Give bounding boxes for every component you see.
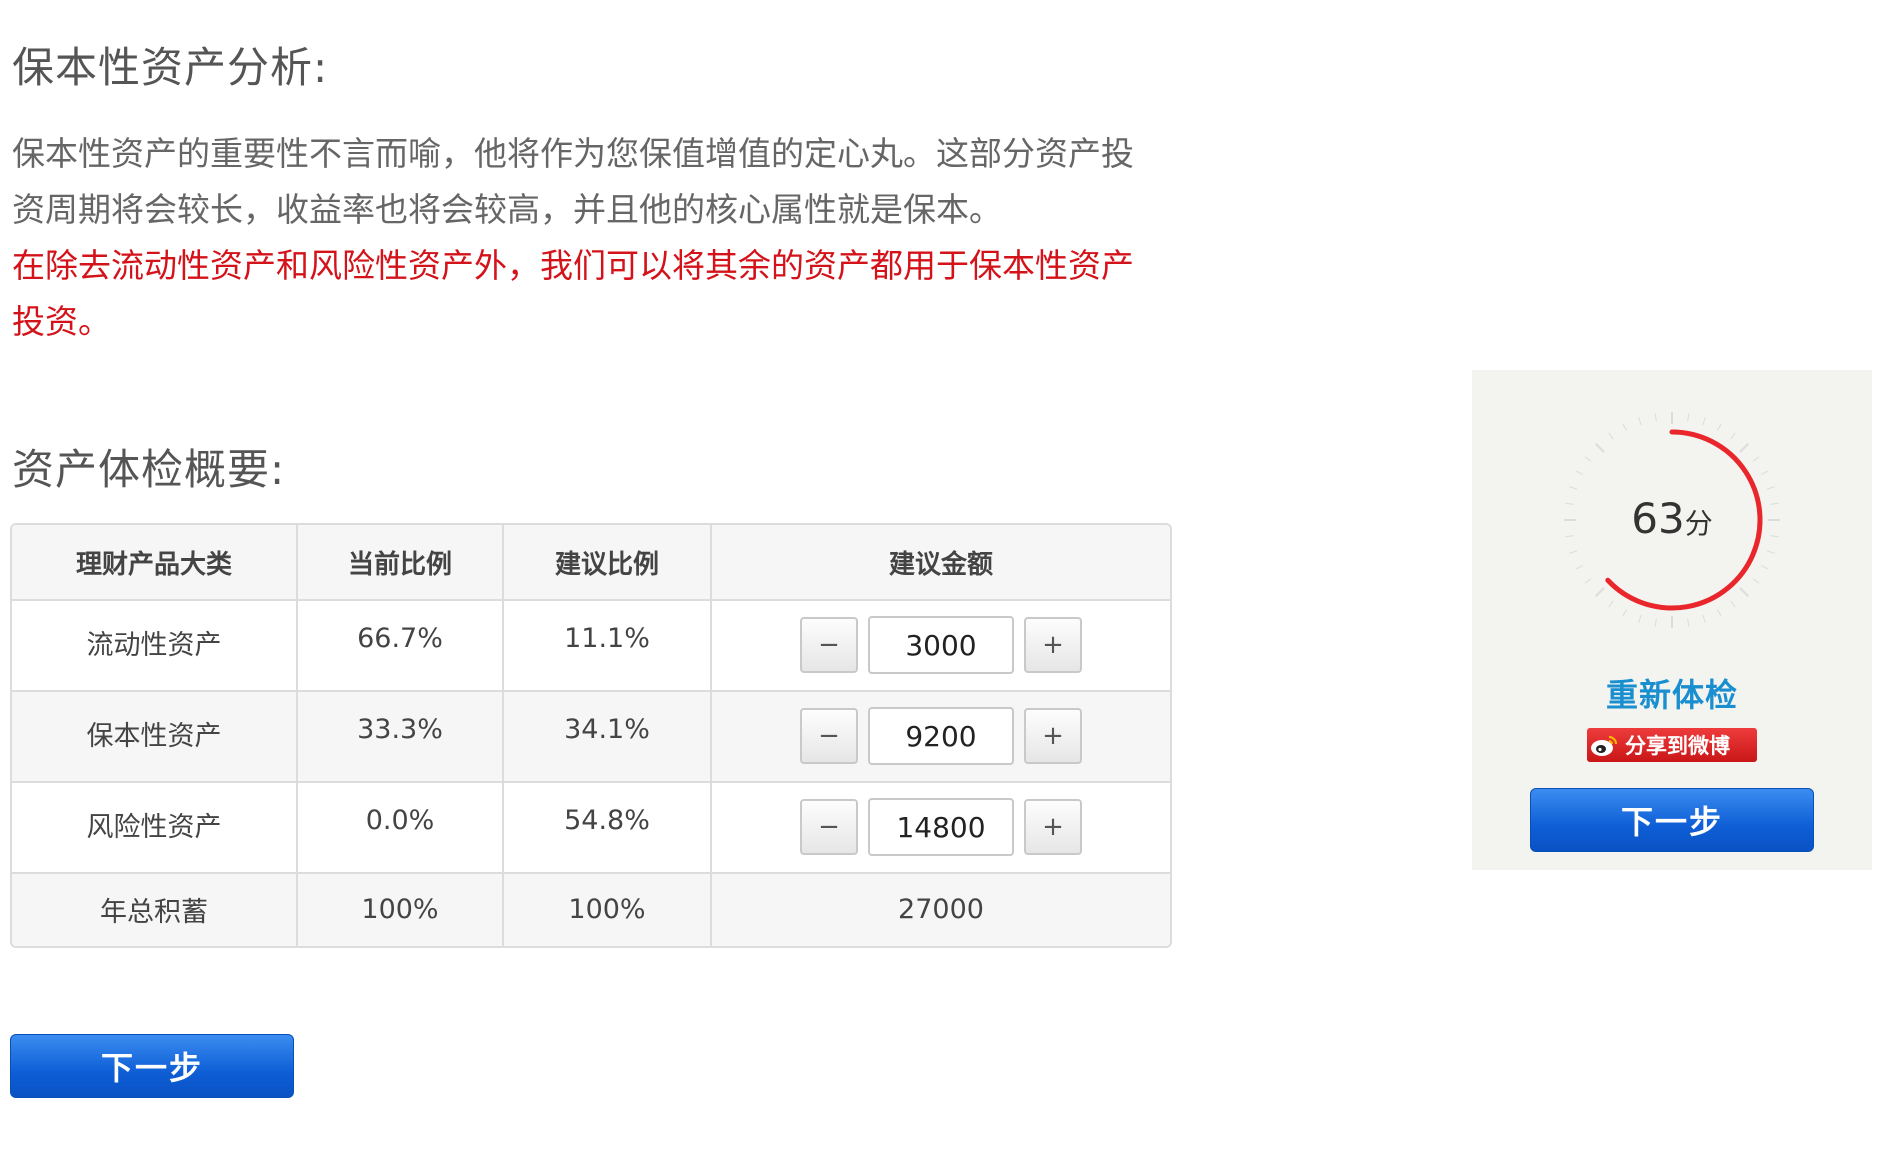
cell-suggested-ratio: 100% [502, 872, 712, 946]
gauge-tick [1702, 417, 1706, 426]
amount-input-liquid[interactable] [868, 616, 1014, 674]
gauge-tick [1622, 423, 1628, 432]
amount-stepper-risk: − + [800, 798, 1082, 856]
table-row-total: 年总积蓄 100% 100% 27000 [12, 872, 1170, 946]
cell-category: 流动性资产 [12, 599, 298, 692]
gauge-tick [1594, 587, 1605, 598]
amount-input-preserve[interactable] [868, 707, 1014, 765]
cell-suggested-ratio: 11.1% [502, 599, 712, 692]
gauge-tick [1622, 608, 1628, 617]
gauge-tick [1654, 413, 1657, 422]
gauge-tick [1584, 578, 1592, 584]
header-category: 理财产品大类 [12, 525, 298, 601]
gauge-tick [1766, 486, 1775, 490]
cell-current-ratio: 100% [296, 872, 504, 946]
gauge-tick [1687, 618, 1690, 627]
gauge-tick [1687, 413, 1690, 422]
gauge-tick [1739, 442, 1750, 453]
gauge-tick [1752, 578, 1760, 584]
gauge-tick [1569, 550, 1578, 554]
gauge-tick [1584, 456, 1592, 462]
score-panel: 63分 重新体检 分享到微博 下一步 [1472, 370, 1872, 870]
gauge-tick [1716, 608, 1722, 617]
preserve-description: 保本性资产的重要性不言而喻，他将作为您保值增值的定心丸。这部分资产投资周期将会较… [12, 134, 1134, 229]
gauge-tick [1730, 432, 1736, 440]
table-header-row: 理财产品大类 当前比例 建议比例 建议金额 [12, 525, 1170, 601]
amount-input-risk[interactable] [868, 798, 1014, 856]
side-next-step-button[interactable]: 下一步 [1530, 788, 1814, 852]
gauge-tick [1638, 614, 1642, 623]
increment-button[interactable]: + [1024, 799, 1082, 855]
header-suggested-amount: 建议金额 [710, 525, 1170, 601]
gauge-tick [1569, 486, 1578, 490]
share-weibo-button[interactable]: 分享到微博 [1587, 728, 1757, 762]
increment-button[interactable]: + [1024, 617, 1082, 673]
cell-category: 风险性资产 [12, 781, 298, 874]
gauge-tick [1638, 417, 1642, 426]
preserve-note: 在除去流动性资产和风险性资产外，我们可以将其余的资产都用于保本性资产投资。 [12, 246, 1134, 341]
gauge-tick [1654, 618, 1657, 627]
gauge-tick [1760, 470, 1769, 476]
increment-button[interactable]: + [1024, 708, 1082, 764]
score-display: 63分 [1560, 494, 1784, 543]
table-row-risk: 风险性资产 0.0% 54.8% − + [12, 781, 1170, 874]
score-value: 63 [1631, 494, 1685, 543]
cell-suggested-ratio: 34.1% [502, 690, 712, 783]
next-step-button[interactable]: 下一步 [10, 1034, 294, 1098]
decrement-button[interactable]: − [800, 617, 858, 673]
gauge-tick [1760, 564, 1769, 570]
weibo-icon [1587, 728, 1621, 762]
gauge-tick [1716, 423, 1722, 432]
gauge-tick [1575, 564, 1584, 570]
gauge-tick [1766, 550, 1775, 554]
cell-current-ratio: 0.0% [296, 781, 504, 874]
gauge-tick [1702, 614, 1706, 623]
gauge-tick [1608, 600, 1614, 608]
header-suggested-ratio: 建议比例 [502, 525, 712, 601]
score-unit: 分 [1684, 507, 1713, 540]
gauge-tick [1608, 432, 1614, 440]
table-row-liquid: 流动性资产 66.7% 11.1% − + [12, 599, 1170, 692]
cell-total-amount: 27000 [710, 872, 1170, 946]
header-current-ratio: 当前比例 [296, 525, 504, 601]
summary-section-title: 资产体检概要: [12, 445, 286, 494]
recheck-link[interactable]: 重新体检 [1472, 670, 1872, 716]
share-weibo-label: 分享到微博 [1625, 734, 1730, 758]
amount-stepper-liquid: − + [800, 616, 1082, 674]
cell-suggested-ratio: 54.8% [502, 781, 712, 874]
decrement-button[interactable]: − [800, 799, 858, 855]
gauge-tick [1730, 600, 1736, 608]
gauge-tick [1752, 456, 1760, 462]
preserve-section-title: 保本性资产分析: [12, 43, 329, 92]
gauge-tick [1594, 442, 1605, 453]
cell-current-ratio: 66.7% [296, 599, 504, 692]
cell-amount: − + [710, 690, 1170, 783]
gauge-tick [1739, 587, 1750, 598]
table-row-preserve: 保本性资产 33.3% 34.1% − + [12, 690, 1170, 783]
cell-amount: − + [710, 599, 1170, 692]
gauge-tick [1575, 470, 1584, 476]
amount-stepper-preserve: − + [800, 707, 1082, 765]
decrement-button[interactable]: − [800, 708, 858, 764]
page: 保本性资产分析: 保本性资产的重要性不言而喻，他将作为您保值增值的定心丸。这部分… [0, 0, 1880, 1174]
asset-summary-table: 理财产品大类 当前比例 建议比例 建议金额 流动性资产 66.7% 11.1% … [10, 523, 1172, 948]
cell-category: 年总积蓄 [12, 872, 298, 946]
cell-current-ratio: 33.3% [296, 690, 504, 783]
cell-category: 保本性资产 [12, 690, 298, 783]
cell-amount: − + [710, 781, 1170, 874]
